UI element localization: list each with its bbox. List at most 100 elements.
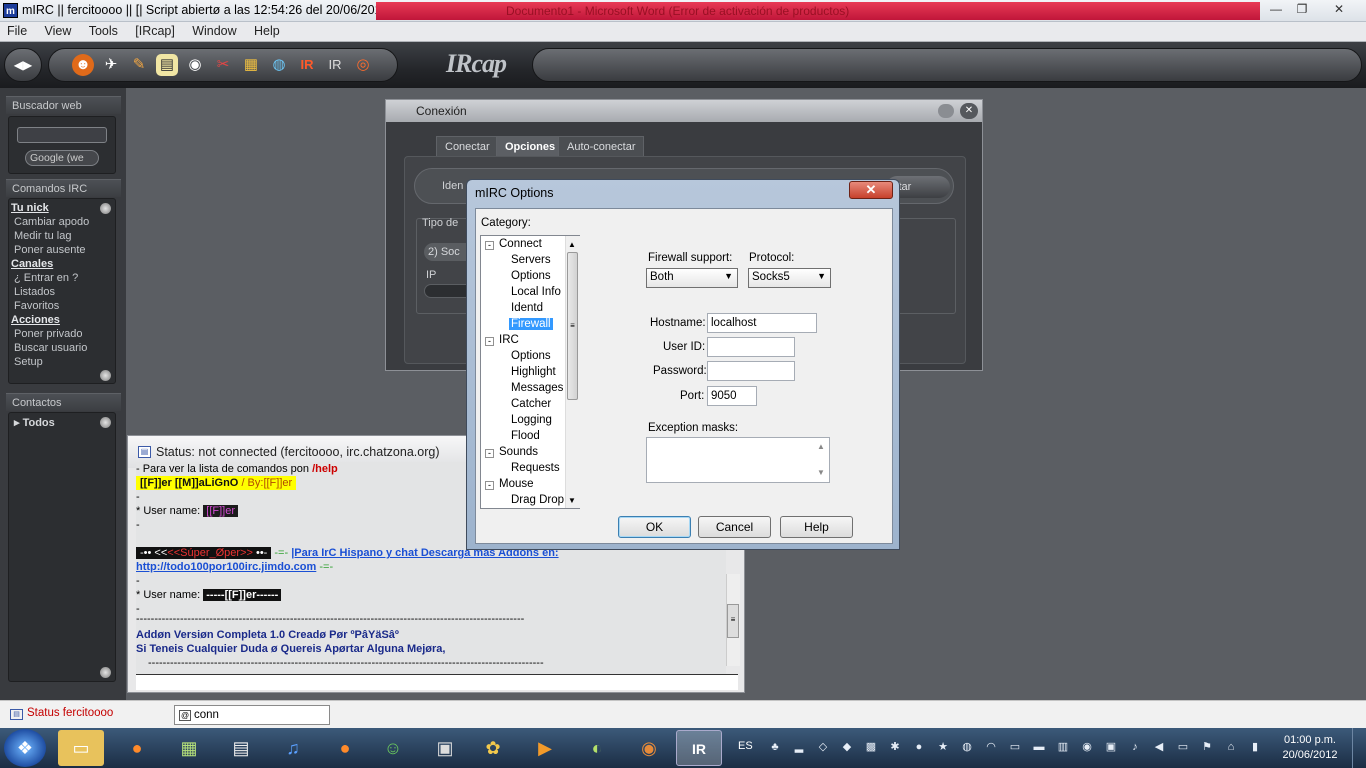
options-close-button[interactable]: ✕: [849, 181, 893, 199]
menu-window[interactable]: Window: [185, 22, 243, 38]
globe-tray-icon[interactable]: ◍: [960, 740, 974, 754]
cancel-button[interactable]: Cancel: [698, 516, 771, 538]
tree-item-local-info[interactable]: Local Info: [511, 286, 561, 298]
drive-tray-icon[interactable]: ▬: [1032, 740, 1046, 754]
tree-item-catcher[interactable]: Catcher: [511, 398, 551, 410]
chat-tray-icon[interactable]: ◉: [1080, 740, 1094, 754]
scissors-icon[interactable]: ✂: [212, 54, 234, 76]
conexion-close-icon[interactable]: ✕: [960, 103, 978, 119]
menu-file[interactable]: File: [0, 22, 34, 38]
tree-item-options[interactable]: Options: [511, 350, 551, 362]
notes-app-icon[interactable]: ▦: [166, 730, 212, 766]
switchbar-status[interactable]: ▤ Status fercitoooo: [10, 707, 113, 720]
status-scroll-thumb[interactable]: ≡: [727, 604, 739, 638]
language-indicator[interactable]: ES: [738, 740, 753, 752]
protocol-select[interactable]: Socks5 ▼: [748, 268, 831, 288]
contactos-scroll-down[interactable]: [100, 667, 111, 678]
irc-icon[interactable]: IR: [296, 54, 318, 76]
show-desktop-button[interactable]: [1352, 728, 1366, 768]
addons-url-link[interactable]: http://todo100por100irc.jimdo.com: [136, 561, 316, 573]
contactos-todos[interactable]: ▸ Todos: [14, 416, 55, 429]
tools-icon[interactable]: ✈: [100, 54, 122, 76]
web-search-input[interactable]: [17, 127, 107, 143]
star-tray-icon[interactable]: ★: [936, 740, 950, 754]
minimize-button[interactable]: —: [1263, 1, 1289, 18]
speaker-tray-icon[interactable]: ◀: [1152, 740, 1166, 754]
tab-auto-conectar[interactable]: Auto-conectar: [558, 136, 645, 156]
firefox-icon[interactable]: ●: [114, 730, 160, 766]
menu-view[interactable]: View: [38, 22, 79, 38]
contactos-scroll-up[interactable]: [100, 417, 111, 428]
comando-section[interactable]: Acciones: [11, 314, 60, 326]
ffa-tray-icon[interactable]: ▩: [864, 740, 878, 754]
exception-scroll-up-icon[interactable]: ▲: [817, 442, 825, 451]
exception-masks-field[interactable]: [646, 437, 830, 483]
tree-item-requests[interactable]: Requests: [511, 462, 560, 474]
comando-item[interactable]: Buscar usuario: [14, 342, 87, 354]
menu-tools[interactable]: Tools: [82, 22, 125, 38]
notes-icon[interactable]: ▤: [156, 54, 178, 76]
signal-tray-icon[interactable]: ▂: [792, 740, 806, 754]
tor-icon[interactable]: ◐: [574, 730, 620, 766]
firefox-2-icon[interactable]: ●: [322, 730, 368, 766]
wifi-tray-icon[interactable]: ◠: [984, 740, 998, 754]
port-field[interactable]: [707, 386, 757, 406]
flag-tray-icon[interactable]: ⚑: [1200, 740, 1214, 754]
tree-expand-icon[interactable]: -: [485, 449, 494, 458]
status-input[interactable]: [136, 674, 738, 690]
pc-tray-icon[interactable]: ▣: [1104, 740, 1118, 754]
mirc-app-icon[interactable]: m: [3, 3, 18, 18]
comando-item[interactable]: Favoritos: [14, 300, 59, 312]
password-field[interactable]: [707, 361, 795, 381]
ircap-taskbar-icon[interactable]: IR: [676, 730, 722, 766]
tree-item-connect[interactable]: Connect: [499, 238, 542, 250]
meter-tray-icon[interactable]: ▥: [1056, 740, 1070, 754]
ircap-small-icon[interactable]: IR: [324, 54, 346, 76]
security-tray-icon[interactable]: ◆: [840, 740, 854, 754]
paint-icon[interactable]: ✿: [470, 730, 516, 766]
battery-level-tray-icon[interactable]: ▮: [1248, 740, 1262, 754]
smiley-icon[interactable]: ☻: [72, 54, 94, 76]
back-forward-icon[interactable]: ◀▶: [12, 54, 34, 76]
tab-opciones[interactable]: Opciones: [496, 136, 565, 156]
tree-item-identd[interactable]: Identd: [511, 302, 543, 314]
search-engine-select[interactable]: Google (we: [25, 150, 99, 166]
comando-item[interactable]: Listados: [14, 286, 55, 298]
comando-item[interactable]: Setup: [14, 356, 43, 368]
lifebuoy-icon[interactable]: ◎: [352, 54, 374, 76]
tree-item-logging[interactable]: Logging: [511, 414, 552, 426]
app-tray-icon[interactable]: ●: [912, 740, 926, 754]
tree-expand-icon[interactable]: -: [485, 241, 494, 250]
menu-ircap[interactable]: [IRcap]: [128, 22, 182, 38]
itunes-icon[interactable]: ♫: [270, 730, 316, 766]
volume-tray-icon[interactable]: ♪: [1128, 740, 1142, 754]
comando-item[interactable]: ¿ Entrar en ?: [14, 272, 78, 284]
comando-section[interactable]: Tu nick: [11, 202, 49, 214]
scroll-down-icon[interactable]: ▼: [568, 496, 576, 505]
planet-icon[interactable]: ◉: [626, 730, 672, 766]
tree-item-highlight[interactable]: Highlight: [511, 366, 556, 378]
comando-item[interactable]: Cambiar apodo: [14, 216, 89, 228]
comandos-scroll-up[interactable]: [100, 203, 111, 214]
comando-item[interactable]: Poner ausente: [14, 244, 86, 256]
window-app-icon[interactable]: ▣: [422, 730, 468, 766]
clock[interactable]: 01:00 p.m. 20/06/2012: [1274, 733, 1346, 763]
scroll-up-icon[interactable]: ▲: [568, 240, 576, 249]
network-tray-icon[interactable]: ◇: [816, 740, 830, 754]
display-tray-icon[interactable]: ▭: [1176, 740, 1190, 754]
exception-scroll-down-icon[interactable]: ▼: [817, 468, 825, 477]
battery-tray-icon[interactable]: ▭: [1008, 740, 1022, 754]
bluetooth-tray-icon[interactable]: ✱: [888, 740, 902, 754]
contacts-icon[interactable]: ☺: [370, 730, 416, 766]
media-player-icon[interactable]: ▶: [522, 730, 568, 766]
drive-icon[interactable]: ◉: [184, 54, 206, 76]
globe-icon[interactable]: ◍: [268, 54, 290, 76]
switchbar-conn[interactable]: @ conn: [174, 705, 330, 725]
gift-icon[interactable]: ▦: [240, 54, 262, 76]
document-viewer-icon[interactable]: ▤: [218, 730, 264, 766]
tree-item-sounds[interactable]: Sounds: [499, 446, 538, 458]
tree-item-irc[interactable]: IRC: [499, 334, 519, 346]
ok-button[interactable]: OK: [618, 516, 691, 538]
category-scrollbar[interactable]: ▲ ≡ ▼: [565, 236, 580, 508]
maximize-button[interactable]: ❐: [1289, 1, 1315, 18]
